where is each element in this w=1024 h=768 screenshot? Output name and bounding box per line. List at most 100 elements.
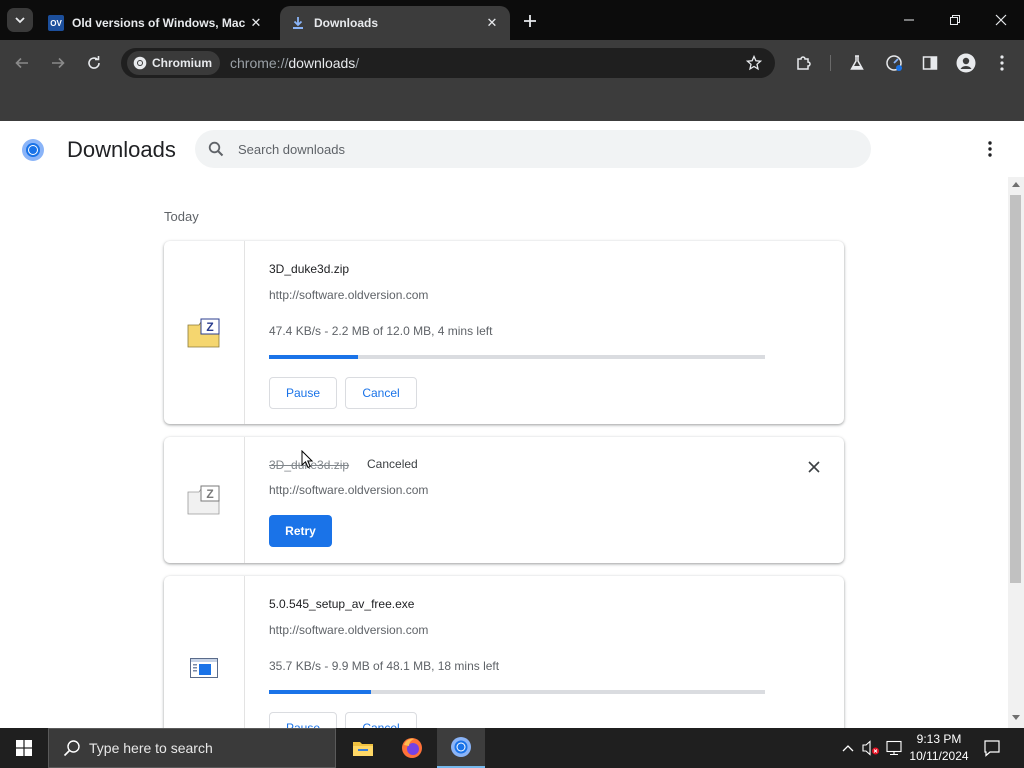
remove-from-list-button[interactable]: [804, 457, 824, 477]
search-input[interactable]: [238, 141, 838, 157]
source-url-link[interactable]: http://software.oldversion.com: [269, 288, 428, 302]
star-icon: [746, 55, 762, 71]
notification-icon: [984, 740, 1000, 757]
reload-icon: [88, 56, 100, 69]
tab-title: Old versions of Windows, Mac: [72, 16, 246, 30]
site-info-chip[interactable]: Chromium: [127, 51, 220, 75]
progress-description: 35.7 KB/s - 9.9 MB of 48.1 MB, 18 mins l…: [269, 659, 500, 673]
folder-icon: [353, 742, 373, 756]
taskbar-chromium[interactable]: [437, 728, 485, 768]
chevron-down-icon: [15, 17, 25, 24]
progress-bar-fill: [269, 690, 372, 694]
page-title: Downloads: [67, 137, 176, 162]
url-host: downloads: [288, 55, 356, 71]
start-button[interactable]: [0, 728, 48, 768]
new-tab-button[interactable]: [518, 10, 542, 32]
progress-description: 47.4 KB/s - 2.2 MB of 12.0 MB, 4 mins le…: [269, 324, 493, 338]
taskbar-search-box[interactable]: Type here to search: [48, 728, 336, 768]
date-header: Today: [164, 209, 199, 224]
chromium-logo-icon: [451, 737, 471, 757]
browser-menu-button[interactable]: [990, 51, 1014, 75]
pause-button[interactable]: Pause: [269, 712, 337, 728]
volume-button[interactable]: [861, 738, 881, 758]
puzzle-icon: [797, 56, 811, 70]
more-vert-icon: [988, 141, 992, 157]
close-window-button[interactable]: [978, 0, 1024, 40]
clock-date: 10/11/2024: [909, 749, 969, 763]
oldversion-favicon-icon: OV: [48, 15, 64, 31]
labs-button[interactable]: [845, 51, 869, 75]
windows-taskbar: Type here to search 9:13 PM 10/11/2024: [0, 728, 1024, 768]
notifications-button[interactable]: [982, 738, 1002, 758]
show-hidden-icons-button[interactable]: [838, 738, 858, 758]
url-text[interactable]: chrome://downloads/: [230, 55, 359, 71]
file-name-link[interactable]: 5.0.545_setup_av_free.exe: [269, 597, 414, 611]
extensions-button[interactable]: [792, 51, 816, 75]
reload-button[interactable]: [81, 51, 107, 75]
taskbar-search-placeholder: Type here to search: [89, 740, 213, 756]
close-tab-icon[interactable]: ✕: [484, 15, 500, 31]
arrow-right-icon: [52, 57, 65, 69]
retry-button[interactable]: Retry: [269, 515, 332, 547]
scrollbar-thumb[interactable]: [1010, 195, 1021, 583]
taskbar-clock[interactable]: 9:13 PM 10/11/2024: [906, 731, 972, 765]
close-icon: [995, 14, 1007, 26]
downloads-page: Downloads Today Z 3D_duke3d.zip http://s…: [0, 121, 1024, 728]
restore-button[interactable]: [932, 0, 978, 40]
close-icon: [808, 461, 820, 473]
minimize-icon: [904, 19, 914, 21]
back-button[interactable]: [9, 51, 35, 75]
bookmarks-bar: [0, 86, 1024, 121]
profile-button[interactable]: [954, 51, 978, 75]
exe-file-icon: [190, 657, 218, 678]
page-header: Downloads: [0, 121, 1008, 177]
chromium-logo-icon: [21, 138, 45, 167]
zip-file-icon: Z: [187, 485, 220, 515]
network-icon: [886, 740, 902, 756]
pause-button[interactable]: Pause: [269, 377, 337, 409]
file-icon-column: Z: [164, 437, 245, 563]
progress-bar-fill: [269, 355, 359, 359]
tab-downloads[interactable]: Downloads ✕: [280, 6, 510, 40]
tab-search-button[interactable]: [7, 8, 33, 32]
flask-icon: [850, 55, 864, 70]
more-vert-icon: [1000, 55, 1004, 71]
scroll-up-arrow-icon[interactable]: [1012, 181, 1020, 187]
progress-bar: [269, 355, 765, 359]
restore-icon: [950, 15, 960, 25]
chevron-up-icon: [842, 745, 854, 752]
taskbar-file-explorer[interactable]: [339, 728, 387, 768]
side-panel-button[interactable]: [918, 51, 942, 75]
source-url-link[interactable]: http://software.oldversion.com: [269, 623, 428, 637]
network-button[interactable]: [884, 738, 904, 758]
url-path: /: [355, 55, 360, 71]
page-menu-button[interactable]: [978, 137, 1002, 161]
file-name-link[interactable]: 3D_duke3d.zip: [269, 262, 349, 276]
taskbar-firefox[interactable]: [388, 728, 436, 768]
search-downloads-box[interactable]: [195, 130, 871, 168]
firefox-icon: [402, 738, 422, 758]
bookmark-star-button[interactable]: [742, 52, 766, 74]
speaker-muted-icon: [862, 740, 879, 756]
windows-logo-icon: [16, 740, 32, 756]
scroll-down-arrow-icon[interactable]: [1012, 715, 1020, 721]
minimize-button[interactable]: [886, 0, 932, 40]
source-url-link[interactable]: http://software.oldversion.com: [269, 483, 428, 497]
progress-bar: [269, 690, 765, 694]
site-chip-label: Chromium: [152, 56, 212, 70]
address-bar[interactable]: Chromium chrome://downloads/: [121, 48, 775, 78]
tab-oldversion[interactable]: OV Old versions of Windows, Mac ✕: [38, 6, 274, 40]
mouse-cursor-icon: [301, 450, 313, 469]
performance-button[interactable]: [882, 51, 906, 75]
forward-button[interactable]: [45, 51, 71, 75]
search-icon: [62, 738, 82, 758]
tab-strip: OV Old versions of Windows, Mac ✕ Downlo…: [0, 0, 1024, 40]
plus-icon: [524, 15, 536, 27]
canceled-status: Canceled: [367, 457, 418, 471]
svg-text:Z: Z: [206, 487, 213, 501]
arrow-left-icon: [15, 57, 28, 69]
close-tab-icon[interactable]: ✕: [248, 15, 264, 31]
toolbar-separator: [830, 55, 831, 71]
cancel-button[interactable]: Cancel: [345, 377, 417, 409]
cancel-button[interactable]: Cancel: [345, 712, 417, 728]
